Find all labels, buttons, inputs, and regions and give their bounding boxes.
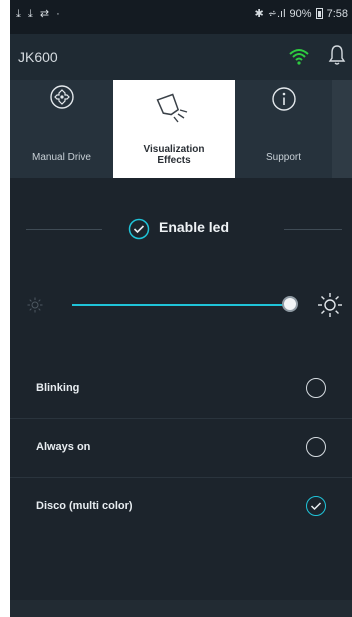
enable-led-row[interactable]: Enable led: [10, 212, 352, 246]
option-disco[interactable]: Disco (multi color): [10, 478, 352, 536]
brightness-slider[interactable]: [72, 296, 298, 312]
option-label: Disco (multi color): [36, 500, 133, 512]
gamepad-icon: [49, 85, 74, 109]
spotlight-icon: [156, 93, 188, 123]
clock: 7:58: [326, 7, 348, 20]
slider-fill: [72, 304, 290, 306]
app-screen: ⤓ ⤓ ⇄ · ✱ ⩫.ıl 90% 7:58 JK600 Manual Dri…: [10, 0, 352, 617]
option-label: Always on: [36, 441, 91, 453]
divider: [26, 229, 102, 230]
status-bar: ⤓ ⤓ ⇄ · ✱ ⩫.ıl 90% 7:58: [10, 0, 352, 34]
check-circle-icon[interactable]: [128, 218, 150, 240]
app-title: JK600: [18, 49, 58, 65]
tab-label: Manual Drive: [32, 152, 91, 163]
option-blinking[interactable]: Blinking: [10, 360, 352, 419]
wifi-icon[interactable]: [288, 47, 310, 65]
tab-label: Visualization Effects: [143, 144, 205, 166]
divider: [284, 229, 342, 230]
battery-icon: [315, 8, 323, 19]
info-icon: [271, 87, 296, 111]
brightness-low-icon: [27, 297, 43, 313]
tab-manual-drive[interactable]: Manual Drive: [10, 80, 113, 178]
slider-thumb[interactable]: [281, 296, 298, 312]
radio-button[interactable]: [306, 378, 326, 398]
notification-icons: ⤓ ⤓ ⇄ ·: [16, 8, 62, 20]
bluetooth-icon: ✱: [254, 8, 264, 20]
effect-options: Blinking Always on Disco (multi color): [10, 360, 352, 536]
brightness-high-icon: [318, 293, 342, 317]
signal-icon: ⩫.ıl: [267, 8, 286, 20]
radio-button-selected[interactable]: [306, 496, 326, 516]
brightness-slider-row: [10, 290, 352, 320]
radio-button[interactable]: [306, 437, 326, 457]
tab-bar: Manual Drive Visualization Effects Suppo…: [10, 80, 352, 178]
app-header: JK600: [10, 34, 352, 80]
check-icon: [310, 502, 322, 511]
option-always-on[interactable]: Always on: [10, 419, 352, 478]
battery-percent: 90%: [289, 7, 312, 20]
tab-visualization-effects[interactable]: Visualization Effects: [113, 80, 235, 178]
tab-overflow[interactable]: [332, 80, 352, 178]
bell-icon[interactable]: [328, 44, 346, 66]
enable-led-label: Enable led: [159, 219, 230, 235]
tab-label: Support: [265, 152, 302, 163]
bottom-area: [10, 600, 352, 617]
tab-support[interactable]: Support: [235, 80, 332, 178]
status-indicators: ✱ ⩫.ıl 90% 7:58: [254, 7, 348, 21]
option-label: Blinking: [36, 382, 80, 394]
